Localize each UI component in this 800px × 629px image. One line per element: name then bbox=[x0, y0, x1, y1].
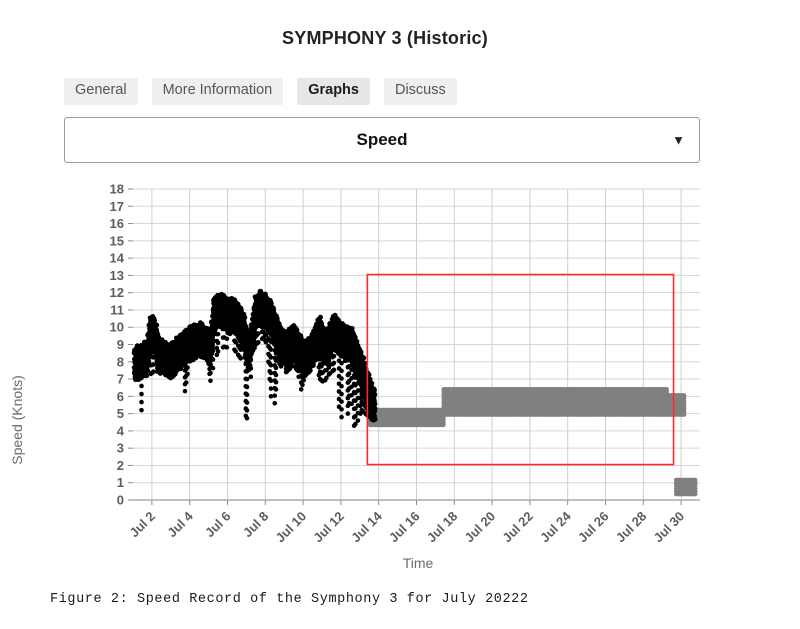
tab-general[interactable]: General bbox=[64, 78, 138, 105]
x-tick-label: Jul 24 bbox=[537, 508, 574, 545]
x-tick-label: Jul 12 bbox=[310, 509, 347, 546]
x-tick-label: Jul 18 bbox=[424, 509, 461, 546]
y-tick-label: 9 bbox=[117, 337, 124, 352]
chevron-down-icon: ▼ bbox=[672, 132, 685, 148]
y-tick-label: 0 bbox=[117, 493, 124, 508]
y-tick-label: 11 bbox=[110, 302, 124, 317]
graph-type-select-value: Speed bbox=[356, 130, 408, 149]
y-tick-label: 13 bbox=[110, 268, 124, 283]
tab-bar: General More Information Graphs Discuss bbox=[64, 78, 457, 105]
x-tick-label: Jul 16 bbox=[386, 509, 423, 546]
highlight-rect bbox=[366, 273, 675, 466]
y-tick-label: 8 bbox=[117, 354, 124, 369]
y-tick-label: 7 bbox=[117, 372, 124, 387]
y-tick-label: 15 bbox=[110, 233, 124, 248]
x-tick-label: Jul 14 bbox=[348, 508, 385, 545]
series-gray-points bbox=[367, 387, 698, 497]
y-tick-label: 1 bbox=[117, 475, 124, 490]
speed-chart: 0 1 2 3 4 5 6 7 8 9 10 11 12 13 14 15 16 17 18 Jul 2 Jul 4J… bbox=[0, 170, 770, 575]
y-tick-label: 5 bbox=[117, 406, 124, 421]
page-title: SYMPHONY 3 (Historic) bbox=[282, 28, 488, 48]
y-tick-label: 10 bbox=[110, 320, 124, 335]
y-tick-label: 2 bbox=[117, 458, 124, 473]
speed-chart-canvas: 0123456789101112131415161718 Jul 2 Jul 4J… bbox=[9, 182, 700, 571]
y-tick-label: 4 bbox=[117, 423, 125, 438]
figure-caption: Figure 2: Speed Record of the Symphony 3… bbox=[50, 592, 529, 607]
x-tick-label: Jul 8 bbox=[240, 509, 272, 541]
y-tick-label: 16 bbox=[110, 216, 124, 231]
y-tick-label: 17 bbox=[110, 199, 124, 214]
y-tick-label: 3 bbox=[117, 441, 124, 456]
y-axis-tick-labels: 0123456789101112131415161718 bbox=[110, 182, 125, 508]
x-tick-label: Jul 28 bbox=[613, 509, 650, 546]
x-tick-label: Jul 10 bbox=[273, 509, 310, 546]
y-tick-label: 18 bbox=[110, 182, 124, 197]
x-tick-label: Jul 26 bbox=[575, 509, 612, 546]
x-axis-title: Time bbox=[403, 555, 434, 571]
x-tick-label: Jul 6 bbox=[202, 509, 234, 541]
x-tick-label: Jul 30 bbox=[651, 509, 688, 546]
x-tick-label: Jul 2 bbox=[126, 509, 158, 541]
tab-more-information[interactable]: More Information bbox=[151, 78, 284, 105]
x-tick-label: Jul 22 bbox=[499, 509, 536, 546]
x-tick-label: Jul 20 bbox=[462, 509, 499, 546]
x-tick-label: Jul 4 bbox=[164, 508, 196, 540]
x-axis-tick-labels: Jul 2 Jul 4 Jul 6 Jul 8 Jul 10 Jul 12 Jul 14 Ju… bbox=[126, 508, 687, 545]
highlight-region-rectangle bbox=[366, 273, 675, 466]
tab-graphs[interactable]: Graphs bbox=[297, 78, 370, 105]
y-tick-label: 6 bbox=[117, 389, 124, 404]
y-axis-title: Speed (Knots) bbox=[9, 375, 25, 465]
tab-discuss[interactable]: Discuss bbox=[383, 78, 457, 105]
y-tick-label: 14 bbox=[110, 251, 125, 266]
graph-type-select[interactable]: Speed ▼ bbox=[64, 117, 700, 163]
y-tick-label: 12 bbox=[110, 285, 124, 300]
